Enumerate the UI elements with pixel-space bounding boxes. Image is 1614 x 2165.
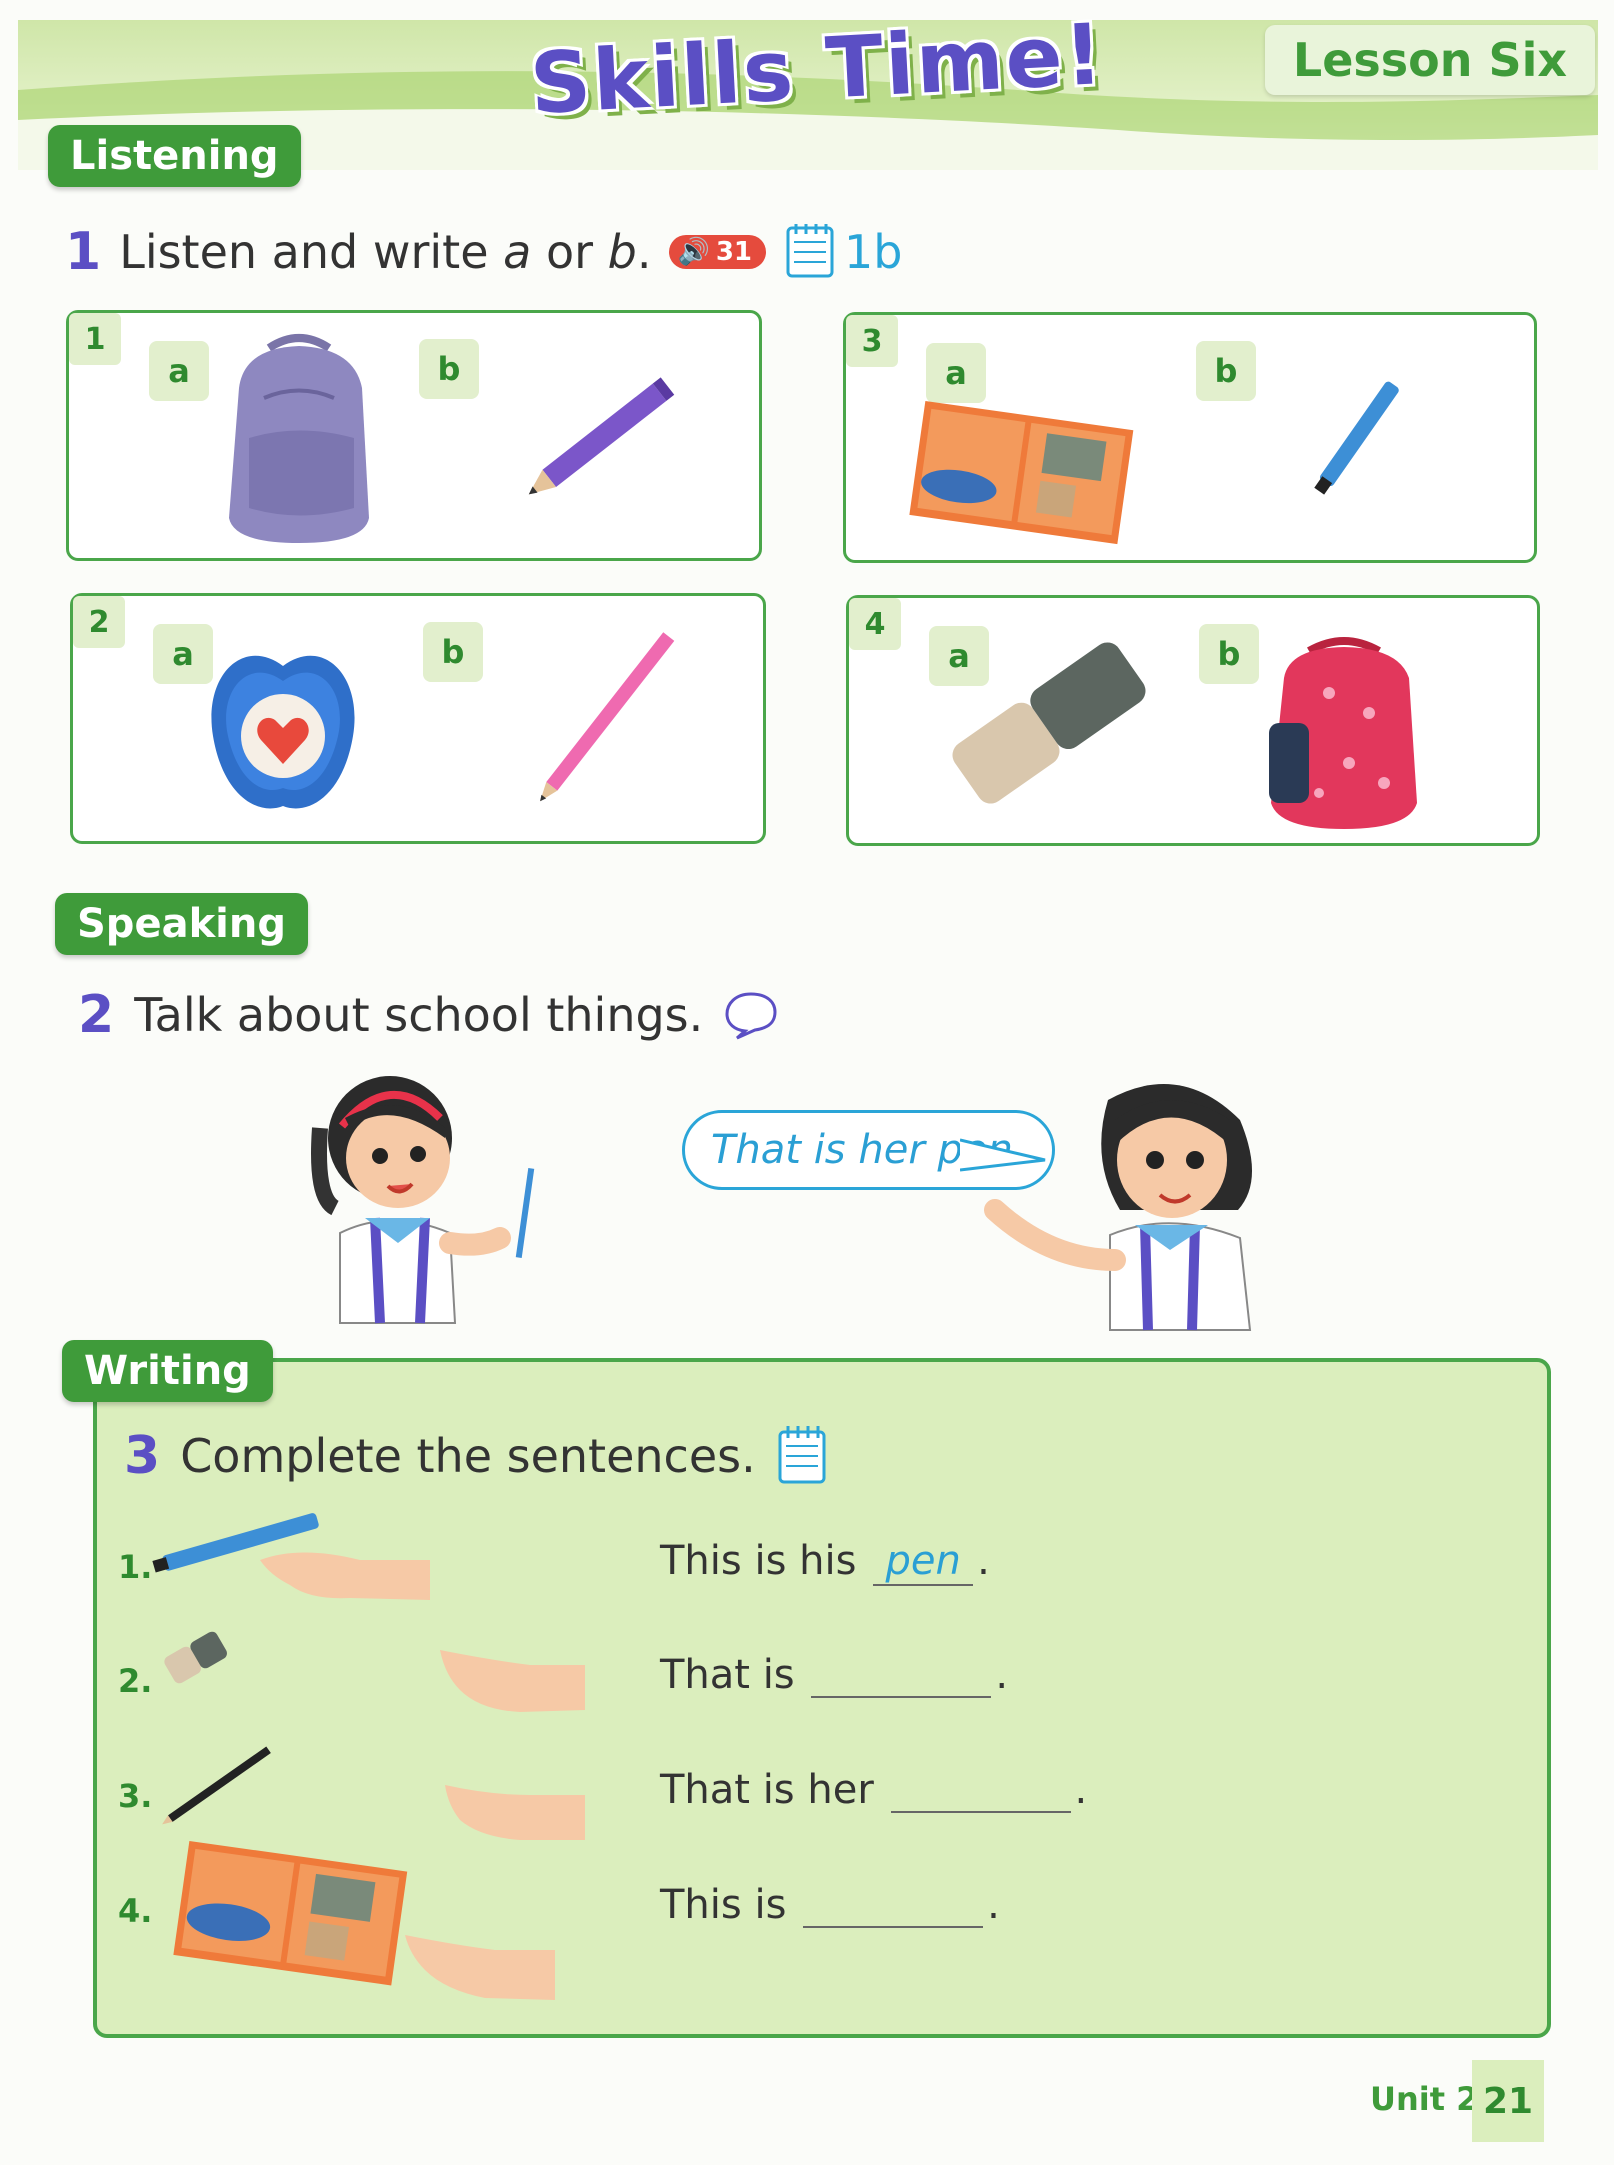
girl-illustration-left (311, 1076, 535, 1324)
listening-panel-3: 3 a b (843, 312, 1537, 563)
backpack-icon (229, 334, 369, 543)
item-number: 2 (73, 596, 125, 648)
pen-icon (1314, 381, 1399, 495)
option-b-chip[interactable]: b (419, 339, 479, 399)
row-number: 3. (118, 1777, 153, 1815)
girl-illustration-right (984, 1084, 1253, 1331)
eraser-icon (952, 642, 1146, 804)
speaker-icon: 🔊 (677, 237, 710, 267)
backpack-icon (1269, 637, 1417, 829)
answer-field-2[interactable] (811, 1656, 992, 1698)
sentence-2: That is . (660, 1652, 1009, 1698)
listening-panel-2: 2 a b (70, 593, 766, 844)
option-a-chip[interactable]: a (149, 341, 209, 401)
audio-button[interactable]: 🔊 31 (669, 235, 767, 269)
sentence-4: This is . (660, 1882, 1000, 1928)
writing-instruction: 3 Complete the sentences. (124, 1422, 832, 1490)
notepad-icon (784, 220, 840, 284)
hand-pointing-eraser-icon (164, 1631, 585, 1712)
instruction-text: Complete the sentences. (180, 1429, 756, 1483)
row-number: 1. (118, 1548, 153, 1586)
sentence-1: This is his pen. (660, 1538, 990, 1586)
page-number: 21 (1472, 2060, 1544, 2142)
hand-pointing-pen-icon (152, 1513, 430, 1600)
item-number: 4 (849, 598, 901, 650)
row-number: 2. (118, 1662, 153, 1700)
instruction-text: Talk about school things. (134, 988, 704, 1042)
unit-label: Unit 2 (1370, 2080, 1479, 2118)
eraser-icon (211, 655, 355, 809)
option-b-chip[interactable]: b (423, 622, 483, 682)
listening-panel-1: 1 a b (66, 310, 762, 561)
listening-panel-4: 4 a b (846, 595, 1540, 846)
exercise-number: 3 (124, 1426, 161, 1486)
speaking-instruction: 2 Talk about school things. (78, 985, 779, 1045)
option-a-chip[interactable]: a (926, 343, 986, 403)
listening-tab: Listening (48, 125, 301, 187)
writing-tab: Writing (62, 1340, 273, 1402)
item-number: 1 (69, 313, 121, 365)
listening-instruction: 1 Listen and write a or b. 🔊 31 1b (65, 220, 903, 284)
exercise-number: 2 (78, 985, 115, 1045)
pencil-icon (528, 377, 675, 495)
answer-field-1[interactable]: pen (873, 1538, 974, 1586)
option-b-chip[interactable]: b (1196, 341, 1256, 401)
instruction-text: Listen and write a or b. (119, 225, 652, 279)
speech-bubble-icon (725, 992, 777, 1040)
row-number: 4. (118, 1892, 153, 1930)
exercise-number: 1 (65, 222, 102, 282)
notepad-icon (776, 1422, 832, 1490)
workbook-ref: 1b (844, 225, 903, 279)
book-icon (909, 400, 1134, 545)
sentence-3: That is her . (660, 1767, 1088, 1813)
lesson-label: Lesson Six (1265, 25, 1595, 95)
hand-pointing-book-icon (173, 1840, 555, 2000)
option-b-chip[interactable]: b (1199, 624, 1259, 684)
answer-field-4[interactable] (803, 1886, 984, 1928)
speaking-tab: Speaking (55, 893, 308, 955)
pencil-icon (540, 632, 675, 802)
hand-pointing-pencil-icon (162, 1746, 585, 1840)
answer-field-3[interactable] (890, 1771, 1071, 1813)
item-number: 3 (846, 315, 898, 367)
